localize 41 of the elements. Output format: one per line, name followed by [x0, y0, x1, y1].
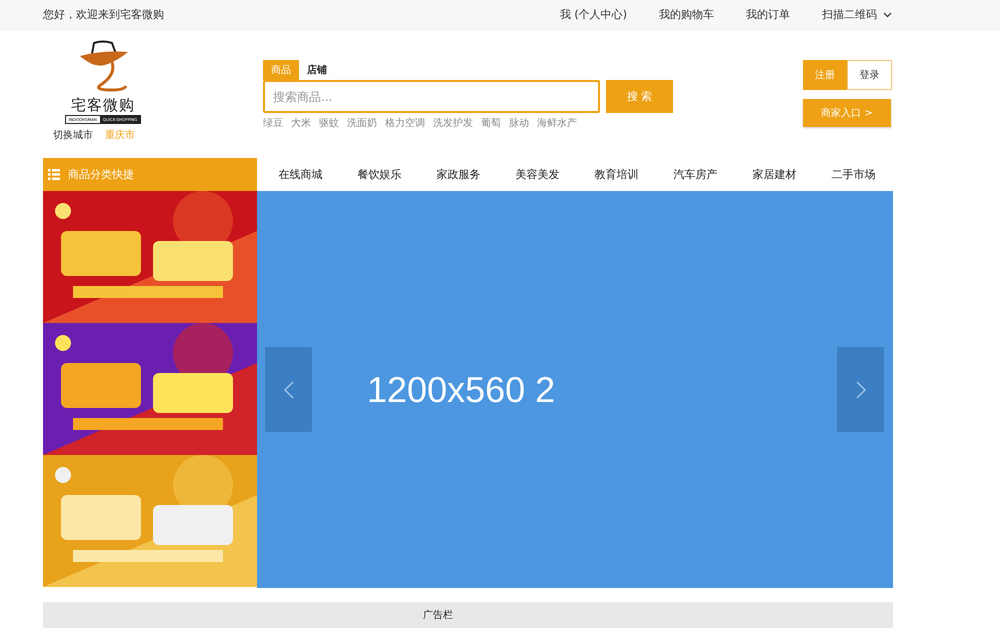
top-link[interactable]: 我的订单 — [746, 7, 790, 22]
hot-keyword[interactable]: 洗发护发 — [433, 116, 473, 130]
top-link[interactable]: 我 (个人中心) — [560, 7, 627, 22]
search-tab[interactable]: 店铺 — [299, 60, 335, 80]
search-button[interactable]: 搜 索 — [606, 80, 673, 113]
hot-keyword[interactable]: 葡萄 — [481, 116, 501, 130]
chevron-right-icon — [856, 380, 866, 398]
nav-link[interactable]: 二手市场 — [832, 167, 876, 182]
next-slide-button[interactable] — [837, 347, 884, 432]
chevron-left-icon — [284, 380, 294, 398]
nav-link[interactable]: 汽车房产 — [674, 167, 718, 182]
hot-keyword[interactable]: 脉动 — [509, 116, 529, 130]
hot-keyword[interactable]: 大米 — [291, 116, 311, 130]
top-link[interactable]: 扫描二维码 — [822, 7, 892, 22]
nav-link[interactable]: 家居建材 — [752, 167, 796, 182]
top-link[interactable]: 我的购物车 — [659, 7, 714, 22]
login-button[interactable]: 登录 — [847, 60, 892, 90]
slide-label: 1200x560 2 — [367, 368, 556, 410]
hot-keyword[interactable]: 海鲜水产 — [537, 116, 577, 130]
ad-title: 广告栏 — [423, 608, 453, 623]
hot-keyword[interactable]: 绿豆 — [263, 116, 283, 130]
list-icon — [48, 169, 60, 180]
hot-keyword[interactable]: 洗面奶 — [347, 116, 377, 130]
search-field[interactable]: 搜索商品... — [263, 80, 600, 113]
welcome-text: 您好，欢迎来到宅客微购 — [43, 7, 165, 22]
nav-link[interactable]: 在线商城 — [278, 167, 322, 182]
city-label: 切换城市 — [53, 128, 93, 142]
nav-link[interactable]: 餐饮娱乐 — [358, 167, 402, 182]
search-tab[interactable]: 商品 — [263, 60, 299, 80]
merchant-entry-button[interactable]: 商家入口 > — [803, 99, 891, 127]
chevron-down-icon — [883, 12, 892, 18]
hot-keyword[interactable]: 驱蚊 — [319, 116, 339, 130]
previous-slide-button[interactable] — [265, 347, 312, 432]
category-menu-button[interactable]: 商品分类快捷 — [43, 158, 257, 191]
nav-link[interactable]: 家政服务 — [436, 167, 480, 182]
logo-name: 宅客微购 — [71, 96, 135, 115]
city-link[interactable]: 重庆市 — [105, 128, 135, 142]
nav-link[interactable]: 教育培训 — [594, 167, 638, 182]
hot-keyword[interactable]: 格力空调 — [385, 116, 425, 130]
nav-link[interactable]: 美容美发 — [516, 167, 560, 182]
register-button[interactable]: 注册 — [803, 60, 847, 90]
